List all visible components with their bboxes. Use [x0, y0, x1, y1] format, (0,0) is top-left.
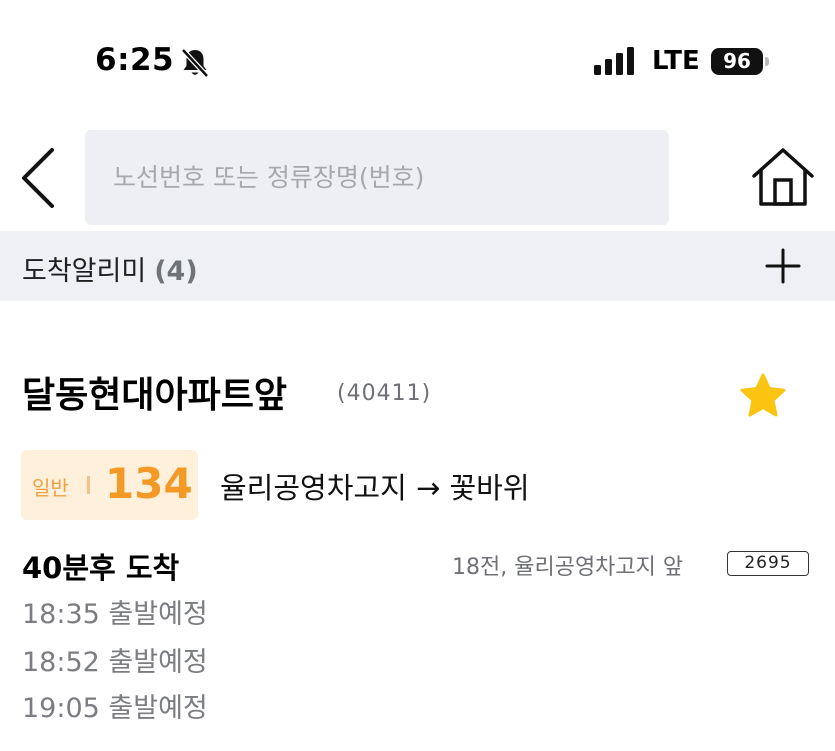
route-badge[interactable]: 일반 134: [21, 450, 198, 520]
route-number: 134: [105, 459, 193, 508]
status-bar: 6:25 LTE 96: [0, 0, 835, 120]
arrival-alert-count: (4): [154, 256, 198, 287]
schedule-item: 19:05 출발예정: [22, 693, 208, 724]
search-box[interactable]: [85, 130, 669, 225]
arrival-alert-label: 도착알리미 (4): [22, 249, 198, 288]
status-time: 6:25: [95, 42, 175, 78]
route-type-divider: [87, 476, 90, 494]
arrival-alert-title: 도착알리미: [22, 256, 147, 287]
home-icon[interactable]: [750, 146, 816, 210]
network-type: LTE: [652, 46, 700, 76]
battery-indicator: 96: [711, 48, 763, 75]
signal-icon: [594, 47, 634, 75]
search-input[interactable]: [111, 162, 655, 193]
arrival-location: 18전, 율리공영차고지 앞: [452, 555, 684, 580]
battery-cap: [765, 57, 769, 66]
arrival-time: 40분후 도착: [22, 551, 180, 585]
schedule-item: 18:35 출발예정: [22, 599, 208, 630]
plus-icon[interactable]: [764, 247, 802, 285]
route-direction[interactable]: 율리공영차고지 → 꽃바위: [220, 465, 530, 507]
bell-muted-icon: [181, 48, 209, 78]
favorite-star-icon[interactable]: [738, 372, 788, 420]
bus-plate-number: 2695: [727, 551, 809, 576]
stop-id: (40411): [337, 381, 432, 406]
back-arrow-icon[interactable]: [18, 146, 62, 210]
schedule-item: 18:52 출발예정: [22, 647, 208, 678]
stop-name: 달동현대아파트앞: [22, 375, 287, 416]
route-type: 일반: [32, 476, 69, 500]
